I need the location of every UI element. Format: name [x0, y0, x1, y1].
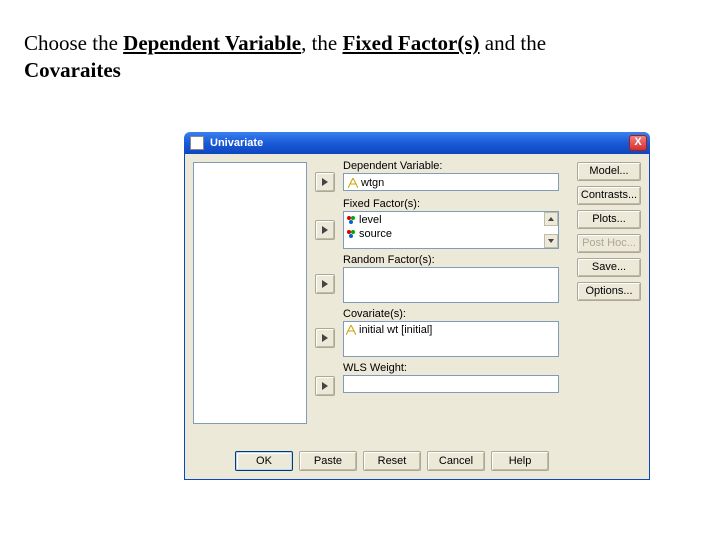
cancel-button[interactable]: Cancel [427, 451, 485, 471]
dialog-body: Dependent Variable: wtgn Fixed Factor(s)… [184, 154, 650, 480]
covariates-label: Covariate(s): [343, 308, 406, 320]
ok-button[interactable]: OK [235, 451, 293, 471]
wls-weight-label: WLS Weight: [343, 362, 407, 374]
save-button[interactable]: Save... [577, 258, 641, 277]
close-icon[interactable]: X [629, 135, 647, 151]
contrasts-button[interactable]: Contrasts... [577, 186, 641, 205]
arrow-right-icon [321, 382, 329, 390]
arrow-right-icon [321, 280, 329, 288]
arrow-right-icon [321, 178, 329, 186]
fixed-factors-list[interactable]: level source [343, 211, 559, 249]
arrow-right-icon [321, 334, 329, 342]
help-button[interactable]: Help [491, 451, 549, 471]
random-factors-label: Random Factor(s): [343, 254, 435, 266]
move-to-random-button[interactable] [315, 274, 335, 294]
univariate-dialog: Univariate X Dependent Variable: wtgn Fi… [184, 132, 650, 480]
list-item[interactable]: source [346, 227, 556, 241]
dependent-field[interactable]: wtgn [343, 173, 559, 191]
move-to-dependent-button[interactable] [315, 172, 335, 192]
move-to-covariate-button[interactable] [315, 328, 335, 348]
model-button[interactable]: Model... [577, 162, 641, 181]
move-to-wls-button[interactable] [315, 376, 335, 396]
arrow-right-icon [321, 226, 329, 234]
nominal-icon [346, 229, 356, 239]
reset-button[interactable]: Reset [363, 451, 421, 471]
wls-weight-field[interactable] [343, 375, 559, 393]
options-button[interactable]: Options... [577, 282, 641, 301]
paste-button[interactable]: Paste [299, 451, 357, 471]
list-item: wtgn [348, 176, 554, 190]
app-icon [190, 136, 204, 150]
posthoc-button[interactable]: Post Hoc... [577, 234, 641, 253]
chevron-up-icon [548, 217, 554, 221]
fixed-factors-label: Fixed Factor(s): [343, 198, 420, 210]
window-title: Univariate [210, 137, 629, 149]
dependent-label: Dependent Variable: [343, 160, 442, 172]
source-variable-list[interactable] [193, 162, 307, 424]
nominal-icon [346, 215, 356, 225]
scale-icon [346, 325, 356, 335]
instruction-text: Choose the Dependent Variable, the Fixed… [0, 0, 720, 85]
scroll-down-button[interactable] [544, 234, 558, 248]
random-factors-list[interactable] [343, 267, 559, 303]
titlebar[interactable]: Univariate X [184, 132, 650, 154]
list-item[interactable]: level [346, 213, 556, 227]
move-to-fixed-button[interactable] [315, 220, 335, 240]
list-item[interactable]: initial wt [initial] [346, 323, 556, 337]
scale-icon [348, 178, 358, 188]
covariates-list[interactable]: initial wt [initial] [343, 321, 559, 357]
scroll-up-button[interactable] [544, 212, 558, 226]
plots-button[interactable]: Plots... [577, 210, 641, 229]
chevron-down-icon [548, 239, 554, 243]
